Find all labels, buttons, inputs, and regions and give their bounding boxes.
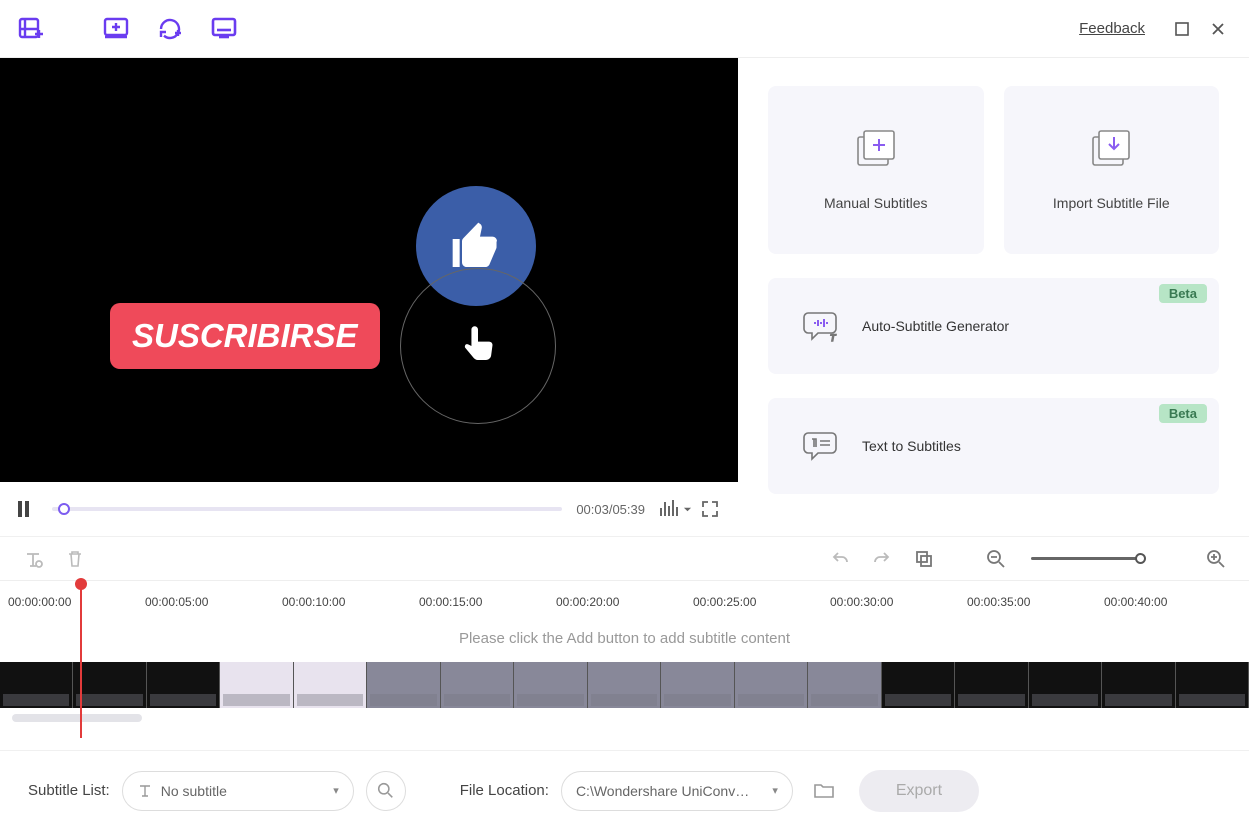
- import-subtitle-card[interactable]: Import Subtitle File: [1004, 86, 1220, 254]
- chevron-down-icon: ▾: [333, 784, 339, 797]
- text-to-subtitles-card[interactable]: Beta Text to Subtitles: [768, 398, 1219, 494]
- maximize-button[interactable]: [1169, 16, 1195, 42]
- subscribe-overlay: SUSCRIBIRSE: [110, 303, 380, 369]
- fullscreen-button[interactable]: [700, 499, 720, 519]
- zoom-out-button[interactable]: [985, 548, 1007, 570]
- feedback-link[interactable]: Feedback: [1079, 20, 1145, 37]
- beta-badge: Beta: [1159, 404, 1207, 423]
- search-subtitle-button[interactable]: [366, 771, 406, 811]
- subtitle-track-hint: Please click the Add button to add subti…: [0, 622, 1249, 662]
- playhead[interactable]: [80, 580, 82, 738]
- zoom-in-button[interactable]: [1205, 548, 1227, 570]
- file-location-select[interactable]: C:\Wondershare UniConverter 1 ▾: [561, 771, 793, 811]
- pause-button[interactable]: [18, 501, 38, 517]
- tick: 00:00:10:00: [282, 581, 419, 622]
- time-display: 00:03/05:39: [576, 502, 645, 517]
- tick: 00:00:40:00: [1104, 581, 1241, 622]
- file-location-label: File Location:: [460, 782, 549, 799]
- manual-subtitles-card[interactable]: Manual Subtitles: [768, 86, 984, 254]
- tick: 00:00:15:00: [419, 581, 556, 622]
- tick: 00:00:20:00: [556, 581, 693, 622]
- chevron-down-icon: ▾: [772, 784, 778, 797]
- video-preview[interactable]: SUSCRIBIRSE: [0, 58, 738, 482]
- auto-subtitle-card[interactable]: Beta T Auto-Subtitle Generator: [768, 278, 1219, 374]
- seek-bar[interactable]: [52, 507, 562, 511]
- select-value: No subtitle: [161, 783, 227, 799]
- tick: 00:00:35:00: [967, 581, 1104, 622]
- tick: 00:00:05:00: [145, 581, 282, 622]
- card-label: Import Subtitle File: [1053, 195, 1170, 211]
- reload-icon[interactable]: [157, 17, 183, 41]
- download-icon: [1089, 129, 1133, 169]
- close-button[interactable]: [1205, 16, 1231, 42]
- text-style-button[interactable]: [22, 548, 44, 570]
- timeline-tools: [0, 536, 1249, 580]
- preview-column: SUSCRIBIRSE 00:03/05:39: [0, 58, 738, 536]
- time-ruler[interactable]: 00:00:00:00 00:00:05:00 00:00:10:00 00:0…: [0, 580, 1249, 622]
- timeline[interactable]: 00:00:00:00 00:00:05:00 00:00:10:00 00:0…: [0, 580, 1249, 750]
- subtitle-tool-icon[interactable]: [211, 17, 237, 41]
- undo-button[interactable]: [829, 548, 851, 570]
- import-video-icon[interactable]: [18, 17, 46, 41]
- plus-icon: [854, 129, 898, 169]
- beta-badge: Beta: [1159, 284, 1207, 303]
- card-label: Manual Subtitles: [824, 195, 928, 211]
- add-media-icon[interactable]: [103, 17, 129, 41]
- export-button[interactable]: Export: [859, 770, 979, 812]
- open-folder-button[interactable]: [813, 780, 835, 802]
- video-track[interactable]: [0, 662, 1249, 708]
- auto-subtitle-icon: T: [802, 309, 840, 343]
- select-value: C:\Wondershare UniConverter 1: [576, 783, 756, 799]
- tick: 00:00:30:00: [830, 581, 967, 622]
- waveform-toggle[interactable]: [659, 500, 692, 519]
- card-label: Auto-Subtitle Generator: [862, 318, 1009, 334]
- timeline-scrollbar[interactable]: [12, 714, 1237, 724]
- crop-button[interactable]: [913, 548, 935, 570]
- title-bar: Feedback: [0, 0, 1249, 58]
- zoom-slider[interactable]: [1031, 557, 1141, 560]
- svg-text:T: T: [830, 333, 837, 343]
- text-subtitle-icon: [802, 429, 840, 463]
- redo-button[interactable]: [871, 548, 893, 570]
- card-label: Text to Subtitles: [862, 438, 961, 454]
- tick: 00:00:25:00: [693, 581, 830, 622]
- subtitle-list-select[interactable]: No subtitle ▾: [122, 771, 354, 811]
- delete-button[interactable]: [64, 548, 86, 570]
- subtitle-list-label: Subtitle List:: [28, 782, 110, 799]
- play-controls: 00:03/05:39: [0, 482, 738, 536]
- side-panel: Manual Subtitles Import Subtitle File Be…: [738, 58, 1249, 536]
- toolbar: [18, 17, 237, 41]
- footer: Subtitle List: No subtitle ▾ File Locati…: [0, 750, 1249, 830]
- click-indicator-icon: [400, 268, 556, 424]
